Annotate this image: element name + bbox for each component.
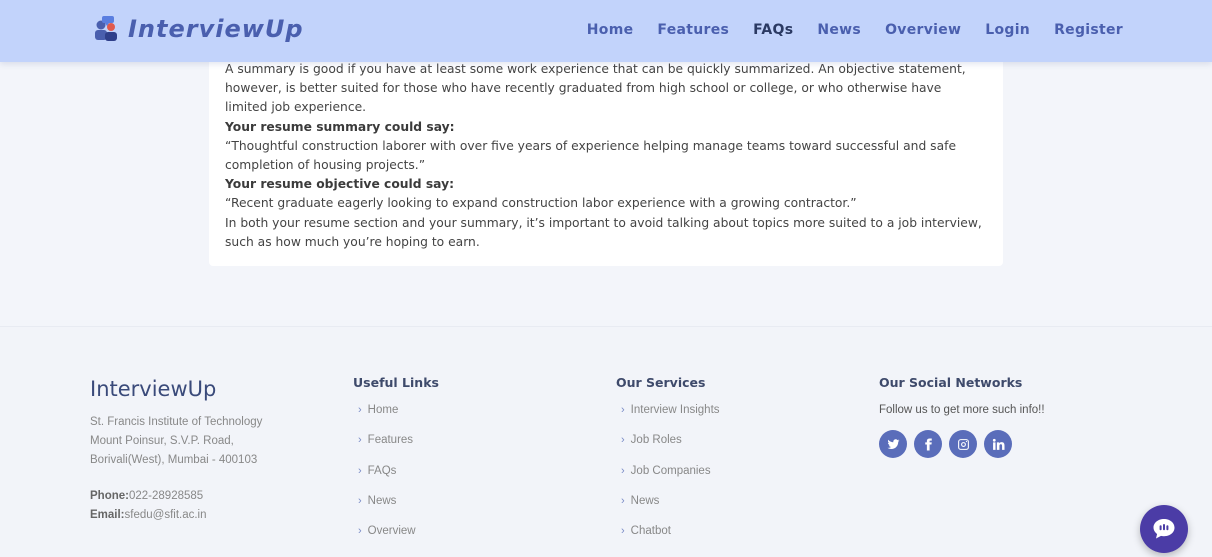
chevron-right-icon: › (621, 494, 625, 507)
site-header: InterviewUp Home Features FAQs News Over… (0, 0, 1212, 62)
footer-link-news[interactable]: › News (353, 495, 439, 525)
chevron-right-icon: › (621, 525, 625, 538)
answer-paragraph: In both your resume section and your sum… (225, 215, 982, 249)
link-label: Interview Insights (630, 404, 720, 416)
answer-subheading: Your resume objective could say: (225, 177, 455, 192)
social-title: Our Social Networks (879, 375, 1023, 390)
linkedin-button[interactable] (984, 430, 1012, 458)
chevron-right-icon: › (621, 404, 625, 416)
footer-link-overview[interactable]: › Overview (353, 525, 439, 555)
link-label: News (367, 494, 397, 507)
link-label: Features (367, 434, 414, 447)
footer-useful-links: Useful Links › Home › Features › FAQs › News… (353, 375, 439, 555)
twitter-icon (887, 438, 899, 449)
link-label: Home (367, 404, 399, 416)
link-label: News (630, 494, 660, 507)
instagram-button[interactable] (949, 430, 977, 458)
chevron-right-icon: › (621, 434, 625, 447)
nav-faqs[interactable]: FAQs (753, 22, 793, 38)
chevron-right-icon: › (358, 404, 362, 416)
nav-register[interactable]: Register (1054, 22, 1123, 38)
team-icon (95, 16, 117, 41)
email-label: Email: (90, 509, 125, 521)
phone-value: 022-28928585 (128, 490, 204, 502)
chevron-right-icon: › (358, 525, 362, 538)
address-line: St. Francis Institute of Technology (90, 416, 263, 428)
nav-news[interactable]: News (817, 22, 861, 38)
nav-features[interactable]: Features (657, 22, 729, 38)
chatbot-launcher-button[interactable] (1140, 505, 1188, 553)
footer-link-faqs[interactable]: › FAQs (353, 465, 439, 495)
link-label: Job Roles (630, 434, 682, 447)
answer-quote: “Thoughtful construction laborer with ov… (225, 138, 957, 173)
footer-services: Our Services › Interview Insights › Job Ro… (616, 375, 720, 555)
nav-home[interactable]: Home (587, 22, 634, 38)
link-label: Job Companies (630, 464, 711, 477)
link-label: Chatbot (630, 525, 671, 538)
nav-login[interactable]: Login (985, 22, 1030, 38)
brand-name: InterviewUp (128, 15, 304, 43)
phone-label: Phone: (90, 490, 129, 502)
footer-link-home[interactable]: › Home (353, 404, 439, 434)
footer-service-chatbot[interactable]: › Chatbot (616, 525, 720, 555)
chevron-right-icon: › (358, 464, 362, 477)
chevron-right-icon: › (358, 494, 362, 507)
services-title: Our Services (616, 375, 706, 390)
address-line: Borivali(West), Mumbai - 400103 (90, 454, 258, 466)
twitter-button[interactable] (879, 430, 907, 458)
nav-overview[interactable]: Overview (885, 22, 961, 38)
chat-bubble-icon (1153, 519, 1175, 539)
footer-brand-name: InterviewUp (90, 377, 217, 401)
footer-social: Our Social Networks Follow us to get mor… (879, 375, 1045, 458)
useful-links-title: Useful Links (353, 375, 439, 390)
instagram-icon (957, 438, 969, 450)
answer-quote: “Recent graduate eagerly looking to expa… (225, 196, 857, 211)
footer-address: St. Francis Institute of Technology Moun… (90, 413, 262, 470)
main-nav: Home Features FAQs News Overview Login R… (587, 22, 1123, 38)
chevron-right-icon: › (621, 464, 625, 477)
address-line: Mount Poinsur, S.V.P. Road, (90, 435, 234, 447)
footer-link-features[interactable]: › Features (353, 434, 439, 464)
footer-contact: Phone:022-28928585 Email:sfedu@sfit.ac.i… (90, 487, 262, 525)
footer-service-job-roles[interactable]: › Job Roles (616, 434, 720, 464)
faq-answer-card: A summary is good if you have at least s… (209, 40, 1003, 266)
site-footer: InterviewUp St. Francis Institute of Tec… (0, 326, 1212, 557)
chevron-right-icon: › (358, 434, 362, 447)
linkedin-icon (992, 438, 1005, 450)
facebook-icon (924, 438, 932, 450)
brand-logo[interactable]: InterviewUp (92, 14, 304, 44)
social-text: Follow us to get more such info!! (879, 404, 1045, 416)
email-value[interactable]: sfedu@sfit.ac.in (125, 509, 207, 521)
footer-brand: InterviewUp St. Francis Institute of Tec… (90, 377, 262, 525)
link-label: FAQs (367, 464, 397, 477)
link-label: Overview (367, 525, 416, 538)
facebook-button[interactable] (914, 430, 942, 458)
footer-service-news[interactable]: › News (616, 495, 720, 525)
answer-paragraph: A summary is good if you have at least s… (225, 62, 966, 115)
footer-service-job-companies[interactable]: › Job Companies (616, 465, 720, 495)
footer-service-interview-insights[interactable]: › Interview Insights (616, 404, 720, 434)
answer-subheading: Your resume summary could say: (225, 119, 455, 134)
social-links (879, 430, 1045, 458)
